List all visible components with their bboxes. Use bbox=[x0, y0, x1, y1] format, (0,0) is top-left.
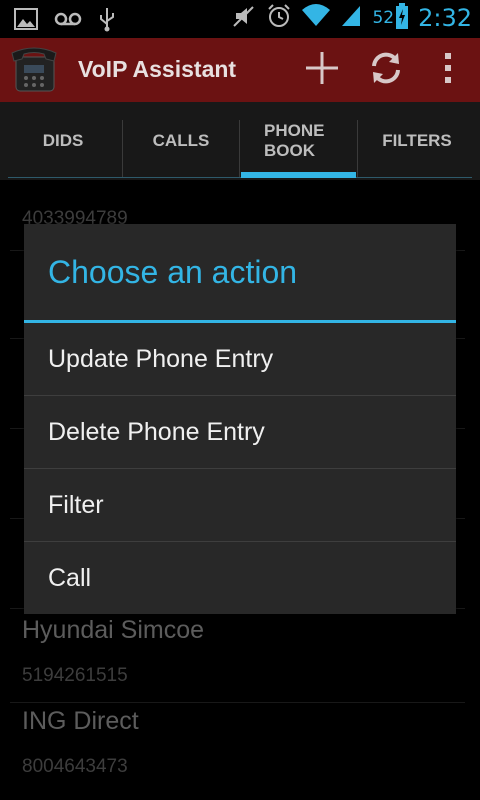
tab-filters[interactable]: FILTERS bbox=[358, 102, 476, 180]
voicemail-icon bbox=[54, 11, 82, 31]
tab-phone-book-line1: PHONE bbox=[264, 121, 325, 140]
choose-action-dialog: Choose an action Update Phone Entry Dele… bbox=[24, 224, 456, 614]
tab-phone-book-line2: BOOK bbox=[264, 141, 315, 160]
tab-phone-book[interactable]: PHONE BOOK bbox=[244, 102, 356, 180]
dialog-title: Choose an action bbox=[48, 254, 298, 290]
clock: 2:32 bbox=[418, 4, 472, 32]
gallery-icon bbox=[14, 8, 38, 34]
wifi-icon bbox=[302, 4, 331, 32]
tab-bar: DIDS CALLS PHONE BOOK FILTERS bbox=[0, 102, 480, 180]
delete-phone-entry-option[interactable]: Delete Phone Entry bbox=[24, 396, 456, 469]
signal-icon bbox=[340, 4, 362, 32]
overflow-menu-button[interactable] bbox=[428, 50, 468, 90]
status-bar: 52 2:32 bbox=[0, 0, 480, 38]
tab-underline bbox=[8, 177, 472, 178]
call-option[interactable]: Call bbox=[24, 542, 456, 615]
filter-option[interactable]: Filter bbox=[24, 469, 456, 542]
add-icon bbox=[304, 50, 340, 90]
battery-icon bbox=[396, 3, 409, 33]
refresh-button[interactable] bbox=[366, 50, 406, 90]
alarm-icon bbox=[266, 3, 292, 33]
tab-active-indicator bbox=[241, 172, 356, 178]
tab-calls[interactable]: CALLS bbox=[123, 102, 239, 180]
app-phone-icon[interactable] bbox=[10, 47, 58, 93]
action-bar: VoIP Assistant bbox=[0, 38, 480, 102]
update-phone-entry-option[interactable]: Update Phone Entry bbox=[24, 323, 456, 396]
tab-dids[interactable]: DIDS bbox=[4, 102, 122, 180]
add-button[interactable] bbox=[302, 50, 342, 90]
refresh-icon bbox=[368, 50, 404, 90]
mute-icon bbox=[232, 4, 256, 32]
usb-icon bbox=[98, 6, 116, 36]
app-title: VoIP Assistant bbox=[78, 56, 237, 82]
overflow-menu-icon bbox=[442, 50, 454, 90]
battery-percent: 52 bbox=[372, 8, 395, 28]
tab-divider bbox=[239, 120, 240, 178]
